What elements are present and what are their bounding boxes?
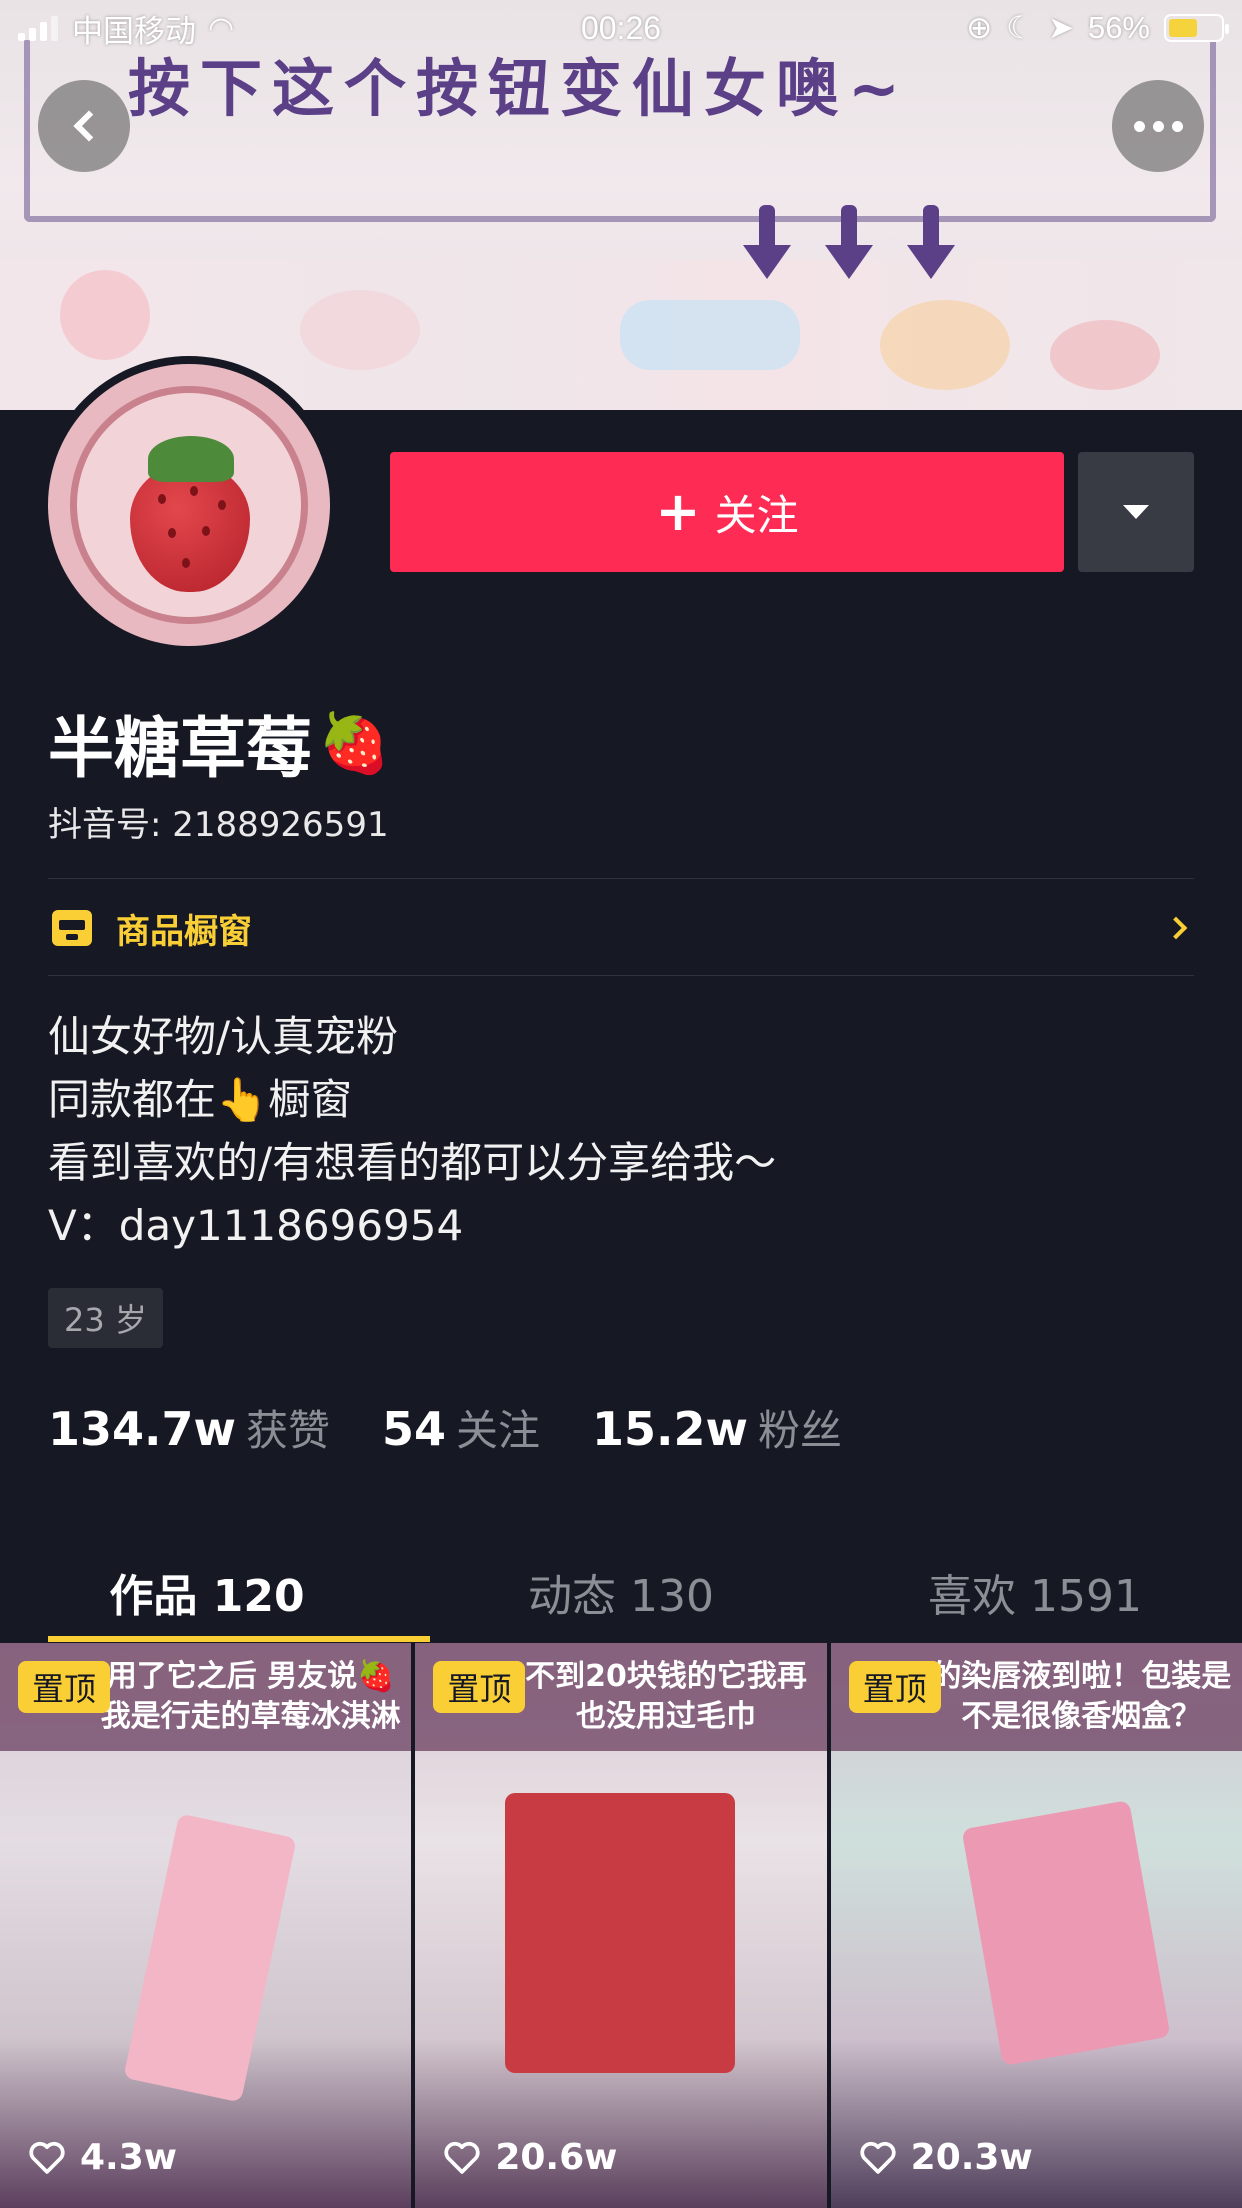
- profile-bio: 仙女好物/认真宠粉 同款都在👆橱窗 看到喜欢的/有想看的都可以分享给我～ V：d…: [48, 1005, 776, 1257]
- location-icon: ➤: [1047, 10, 1074, 45]
- banner-decoration: [1050, 320, 1160, 390]
- avatar[interactable]: [40, 356, 338, 654]
- wifi-icon: ◠: [208, 11, 235, 45]
- plus-icon: +: [655, 480, 701, 543]
- follow-label: 关注: [714, 490, 799, 540]
- arrow-down-icon: [822, 205, 876, 283]
- stat-number: 134.7w: [48, 1402, 236, 1456]
- shop-window-label: 商品橱窗: [116, 911, 252, 952]
- profile-name: 半糖草莓 🍓: [48, 695, 390, 791]
- video-thumbnail[interactable]: 用了它之后 男友说🍓我是行走的草莓冰淇淋 置顶 4.3w: [0, 1643, 412, 2208]
- profile-tabs: 作品 120 动态 130 喜欢 1591: [0, 1540, 1242, 1644]
- likes-count: 20.6w: [495, 2137, 618, 2178]
- more-dots-icon: [1133, 120, 1183, 132]
- banner-arrows: [740, 205, 958, 283]
- stat-number: 15.2w: [592, 1402, 749, 1456]
- stat-label: 关注: [456, 1406, 541, 1455]
- battery-icon: [1164, 14, 1229, 42]
- likes-stat[interactable]: 134.7w 获赞: [48, 1397, 330, 1458]
- bio-line: 同款都在👆橱窗: [48, 1075, 353, 1124]
- video-likes: 20.3w: [859, 2137, 1033, 2178]
- profile-stats: 134.7w 获赞 54 关注 15.2w 粉丝: [48, 1397, 894, 1458]
- tab-works[interactable]: 作品 120: [0, 1540, 414, 1644]
- battery-percent: 56%: [1087, 10, 1150, 45]
- heart-icon: [860, 2141, 896, 2174]
- shop-icon: [52, 910, 92, 946]
- video-grid: 用了它之后 男友说🍓我是行走的草莓冰淇淋 置顶 4.3w 不到20块钱的它我再也…: [0, 1643, 1242, 2208]
- pinned-badge: 置顶: [848, 1661, 941, 1713]
- age-tag: 23 岁: [48, 1288, 163, 1348]
- profile-name-text: 半糖草莓: [48, 710, 312, 787]
- strawberry-leaf: [148, 436, 234, 482]
- bio-line: 仙女好物/认真宠粉: [48, 1012, 399, 1061]
- douyin-id: 抖音号: 2188926591: [48, 805, 389, 845]
- banner-decoration: [880, 300, 1010, 390]
- chevron-right-icon: [1164, 916, 1188, 940]
- video-likes: 4.3w: [28, 2137, 177, 2178]
- pinned-badge: 置顶: [433, 1661, 526, 1713]
- triangle-down-icon: [1123, 505, 1149, 519]
- signal-icon: [18, 15, 58, 41]
- carrier-label: 中国移动: [72, 13, 196, 49]
- stat-number: 54: [382, 1402, 447, 1456]
- video-thumbnail[interactable]: 不到20块钱的它我再也没用过毛巾 置顶 20.6w: [415, 1643, 827, 2208]
- follow-button[interactable]: + 关注: [390, 452, 1064, 572]
- heart-icon: [29, 2141, 65, 2174]
- likes-count: 20.3w: [910, 2137, 1033, 2178]
- back-button[interactable]: [38, 80, 130, 172]
- more-options-button[interactable]: [1112, 80, 1204, 172]
- banner-decoration: [60, 270, 150, 360]
- bio-line: 看到喜欢的/有想看的都可以分享给我～: [48, 1138, 777, 1187]
- shop-window-row[interactable]: 商品橱窗: [48, 880, 1194, 976]
- stat-label: 获赞: [246, 1406, 331, 1455]
- moon-icon: ☾: [1006, 10, 1034, 45]
- likes-count: 4.3w: [80, 2137, 178, 2178]
- banner-decoration: [620, 300, 800, 370]
- clock: 00:26: [580, 9, 662, 46]
- active-tab-indicator: [48, 1636, 430, 1642]
- video-thumbnail[interactable]: 的染唇液到啦！包装是不是很像香烟盒？ 置顶 20.3w: [830, 1643, 1242, 2208]
- product-image: [505, 1793, 736, 2073]
- strawberry-emoji: 🍓: [318, 708, 391, 777]
- arrow-down-icon: [740, 205, 794, 283]
- followers-stat[interactable]: 15.2w 粉丝: [592, 1397, 842, 1458]
- video-likes: 20.6w: [443, 2137, 617, 2178]
- tab-posts[interactable]: 动态 130: [414, 1540, 828, 1644]
- chevron-left-icon: [73, 110, 105, 142]
- divider: [48, 878, 1194, 879]
- pinned-badge: 置顶: [18, 1661, 111, 1713]
- stat-label: 粉丝: [758, 1406, 843, 1455]
- heart-icon: [444, 2141, 480, 2174]
- tab-likes[interactable]: 喜欢 1591: [828, 1540, 1242, 1644]
- rotation-lock-icon: ⊕: [966, 10, 993, 45]
- bio-line: V：day1118696954: [48, 1201, 464, 1250]
- status-bar: 中国移动 ◠ 00:26 ⊕ ☾ ➤ 56%: [0, 0, 1242, 56]
- profile-banner: 按下这个按钮变仙女噢~: [0, 0, 1242, 410]
- recommend-dropdown-button[interactable]: [1078, 452, 1194, 572]
- arrow-down-icon: [904, 205, 958, 283]
- banner-decoration: [300, 290, 420, 370]
- following-stat[interactable]: 54 关注: [382, 1397, 540, 1458]
- divider: [48, 975, 1194, 976]
